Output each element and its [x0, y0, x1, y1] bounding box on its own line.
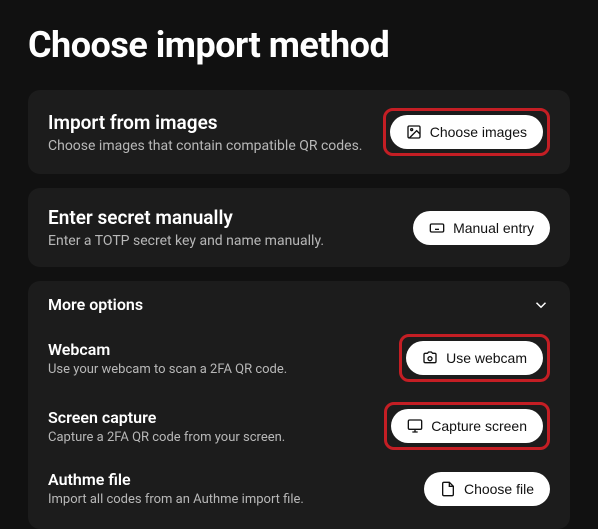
authme-file-desc: Import all codes from an Authme import f… [48, 492, 376, 507]
button-label: Capture screen [431, 418, 527, 434]
button-col: Capture screen [384, 402, 550, 450]
capture-screen-button[interactable]: Capture screen [391, 409, 543, 443]
sub-text: Screen capture Capture a 2FA QR code fro… [48, 408, 368, 445]
import-images-desc: Choose images that contain compatible QR… [48, 138, 367, 154]
card-text: Import from images Choose images that co… [48, 111, 367, 154]
camera-icon [422, 350, 438, 366]
card-text: Enter secret manually Enter a TOTP secre… [48, 206, 397, 249]
button-label: Choose file [464, 481, 534, 497]
authme-file-title: Authme file [48, 470, 376, 489]
manual-entry-desc: Enter a TOTP secret key and name manuall… [48, 233, 397, 249]
import-images-title: Import from images [48, 111, 367, 134]
more-options-label: More options [48, 295, 143, 314]
button-label: Manual entry [453, 220, 534, 236]
highlight-box: Choose images [383, 108, 550, 156]
more-options-card: More options Webcam Use your webcam to s… [28, 281, 570, 529]
monitor-icon [407, 418, 423, 434]
file-icon [440, 481, 456, 497]
screen-capture-title: Screen capture [48, 408, 368, 427]
button-label: Choose images [430, 124, 527, 140]
button-col: Use webcam [392, 334, 550, 382]
highlight-box: Capture screen [384, 402, 550, 450]
import-images-card: Import from images Choose images that co… [28, 90, 570, 174]
screen-capture-desc: Capture a 2FA QR code from your screen. [48, 430, 368, 445]
use-webcam-button[interactable]: Use webcam [406, 341, 543, 375]
webcam-row: Webcam Use your webcam to scan a 2FA QR … [48, 326, 550, 390]
image-icon [406, 124, 422, 140]
button-col: Choose file [392, 472, 550, 506]
manual-entry-card: Enter secret manually Enter a TOTP secre… [28, 188, 570, 267]
keyboard-icon [429, 220, 445, 236]
chevron-down-icon [532, 296, 550, 314]
choose-file-button[interactable]: Choose file [424, 472, 550, 506]
manual-entry-title: Enter secret manually [48, 206, 397, 229]
button-label: Use webcam [446, 350, 527, 366]
authme-file-row: Authme file Import all codes from an Aut… [48, 462, 550, 515]
choose-images-button[interactable]: Choose images [390, 115, 543, 149]
webcam-title: Webcam [48, 340, 376, 359]
highlight-box: Use webcam [399, 334, 550, 382]
manual-entry-button[interactable]: Manual entry [413, 211, 550, 245]
screen-capture-row: Screen capture Capture a 2FA QR code fro… [48, 394, 550, 458]
more-options-toggle[interactable]: More options [48, 295, 550, 322]
page-title: Choose import method [28, 24, 570, 66]
sub-text: Webcam Use your webcam to scan a 2FA QR … [48, 340, 376, 377]
sub-text: Authme file Import all codes from an Aut… [48, 470, 376, 507]
webcam-desc: Use your webcam to scan a 2FA QR code. [48, 362, 376, 377]
